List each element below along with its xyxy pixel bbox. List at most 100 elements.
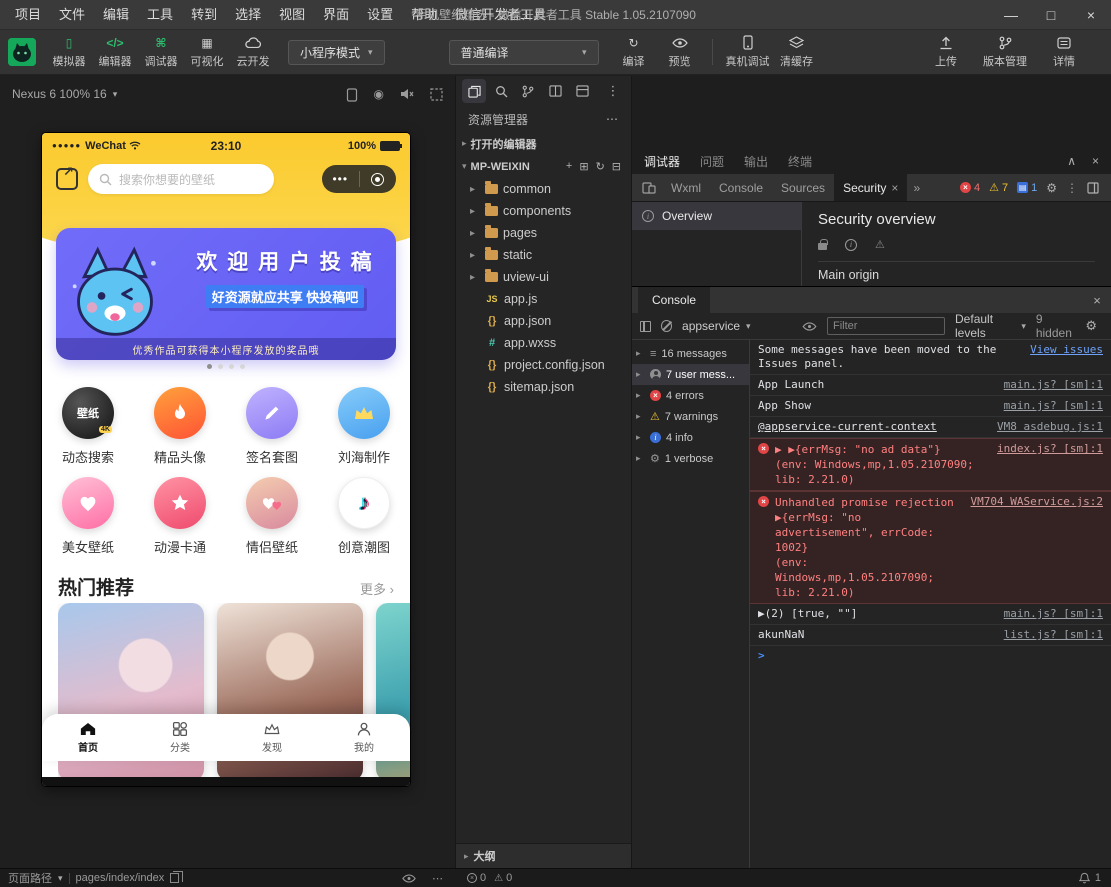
clear-console-icon[interactable] (661, 320, 673, 332)
grid-item-dynamic-search[interactable]: 壁纸 4K 动态搜索 (42, 381, 134, 471)
tab-home[interactable]: 首页 (42, 714, 134, 761)
grid-item-avatars[interactable]: 精品头像 (134, 381, 226, 471)
collapse-panel-icon[interactable] (570, 79, 594, 103)
split-editor-icon[interactable] (543, 79, 567, 103)
menu-project[interactable]: 项目 (6, 0, 50, 29)
tree-item-app-wxss[interactable]: # app.wxss (456, 332, 631, 354)
record-icon[interactable]: ◉ (374, 87, 384, 101)
log-levels-select[interactable]: Default levels ▾ (955, 312, 1026, 340)
tree-item-app-json[interactable]: {} app.json (456, 310, 631, 332)
grid-item-bangs[interactable]: 刘海制作 (318, 381, 410, 471)
source-link[interactable]: list.js? [sm]:1 (1004, 628, 1103, 642)
tab-output[interactable]: 输出 (744, 153, 768, 170)
close-drawer-icon[interactable]: × (1083, 293, 1111, 308)
menu-edit[interactable]: 编辑 (94, 0, 138, 29)
devtools-kebab-icon[interactable]: ⋮ (1066, 181, 1078, 195)
console-message[interactable]: ▶(2) [true, ""] main.js? [sm]:1 (750, 604, 1111, 625)
console-sidebar-toggle-icon[interactable] (640, 320, 652, 332)
wallpaper-search-input[interactable]: 搜索你想要的壁纸 (88, 164, 274, 194)
maximize-button[interactable]: □ (1031, 0, 1071, 29)
tab-profile[interactable]: 我的 (318, 714, 410, 761)
filter-errors[interactable]: ▸ × 4 errors (632, 385, 749, 406)
grid-item-couple[interactable]: 情侣壁纸 (226, 471, 318, 561)
console-message[interactable]: Some messages have been moved to the Iss… (750, 340, 1111, 375)
mode-select[interactable]: 小程序模式 ▾ (288, 39, 385, 65)
dock-side-icon[interactable] (1087, 181, 1099, 194)
menu-view[interactable]: 视图 (270, 0, 314, 29)
git-icon[interactable] (516, 79, 540, 103)
rotate-device-icon[interactable] (346, 87, 358, 102)
more-link[interactable]: 更多 › (360, 579, 394, 598)
files-icon[interactable] (462, 79, 486, 103)
warning-badge[interactable]: ⚠ 7 (989, 181, 1008, 195)
menu-settings[interactable]: 设置 (358, 0, 402, 29)
grid-item-signatures[interactable]: 签名套图 (226, 381, 318, 471)
close-panel-icon[interactable]: × (1092, 154, 1099, 168)
editor-button[interactable]: </> 编辑器 (92, 32, 138, 72)
eye-icon[interactable] (402, 873, 416, 883)
outline-section[interactable]: ▸ 大纲 (456, 843, 631, 868)
tree-item-uview-ui[interactable]: ▸ uview-ui (456, 266, 631, 288)
upload-button[interactable]: 上传 (923, 32, 969, 72)
tab-debugger[interactable]: 调试器 (644, 153, 680, 170)
context-selector[interactable]: appservice ▾ (682, 319, 792, 333)
tab-categories[interactable]: 分类 (134, 714, 226, 761)
tree-item-common[interactable]: ▸ common (456, 178, 631, 200)
eye-icon[interactable] (802, 321, 817, 331)
user-avatar[interactable] (8, 38, 36, 66)
tree-item-sitemap[interactable]: {} sitemap.json (456, 376, 631, 398)
console-message[interactable]: App Show main.js? [sm]:1 (750, 396, 1111, 417)
share-icon[interactable] (56, 164, 78, 190)
project-section[interactable]: ▾ MP-WEIXIN + ⊞ ↻ ⊟ (456, 155, 631, 178)
filter-info[interactable]: ▸ i 4 info (632, 427, 749, 448)
console-settings-icon[interactable]: ⚙ (1085, 318, 1103, 334)
console-message[interactable]: @appservice-current-context VM8 asdebug.… (750, 417, 1111, 438)
console-drawer-tab[interactable]: Console (638, 287, 711, 313)
settings-gear-icon[interactable]: ⚙ (1046, 181, 1057, 195)
simulator-button[interactable]: ▯ 模拟器 (46, 32, 92, 72)
notifications-group[interactable]: 1 (1078, 869, 1101, 887)
details-button[interactable]: 详情 (1041, 32, 1087, 72)
source-link[interactable]: VM8 asdebug.js:1 (997, 420, 1103, 434)
filter-all-messages[interactable]: ▸ ≡ 16 messages (632, 343, 749, 364)
new-file-icon[interactable]: + (566, 160, 572, 173)
security-overview-item[interactable]: i Overview (632, 202, 801, 230)
devtools-tab-sources[interactable]: Sources (772, 174, 834, 201)
close-button[interactable]: × (1071, 0, 1111, 29)
explorer-more-icon[interactable]: ⋯ (606, 112, 619, 126)
grid-item-anime[interactable]: 动漫卡通 (134, 471, 226, 561)
grid-item-beauty[interactable]: 美女壁纸 (42, 471, 134, 561)
tree-item-static[interactable]: ▸ static (456, 244, 631, 266)
remote-debug-button[interactable]: 真机调试 (722, 32, 774, 72)
menu-goto[interactable]: 转到 (182, 0, 226, 29)
more-actions-icon[interactable]: ⋮ (601, 79, 625, 103)
menu-interface[interactable]: 界面 (314, 0, 358, 29)
console-message[interactable]: App Launch main.js? [sm]:1 (750, 375, 1111, 396)
copy-path-icon[interactable] (170, 871, 184, 883)
collapse-panel-icon[interactable]: ∧ (1067, 154, 1076, 168)
screenshot-icon[interactable] (430, 87, 443, 101)
tree-item-components[interactable]: ▸ components (456, 200, 631, 222)
devtools-tab-security[interactable]: Security × (834, 174, 908, 201)
preview-button[interactable]: 预览 (657, 32, 703, 72)
source-link[interactable]: main.js? [sm]:1 (1004, 607, 1103, 621)
source-link[interactable]: index.js? [sm]:1 (997, 442, 1103, 456)
tab-discover[interactable]: 发现 (226, 714, 318, 761)
tree-item-pages[interactable]: ▸ pages (456, 222, 631, 244)
menu-tools[interactable]: 工具 (138, 0, 182, 29)
devtools-tab-wxml[interactable]: Wxml (662, 174, 710, 201)
menu-select[interactable]: 选择 (226, 0, 270, 29)
capsule-close-button[interactable] (360, 172, 397, 186)
version-control-button[interactable]: 版本管理 (979, 32, 1031, 72)
view-issues-link[interactable]: View issues (1030, 343, 1103, 357)
new-folder-icon[interactable]: ⊞ (579, 160, 588, 173)
tree-item-app-js[interactable]: JS app.js (456, 288, 631, 310)
collapse-all-icon[interactable]: ⊟ (612, 160, 621, 173)
source-link[interactable]: VM704 WAService.js:2 (971, 495, 1103, 509)
device-toolbar-icon[interactable] (636, 181, 662, 194)
console-error-message[interactable]: × ▶ ▶{errMsg: "no ad data"} (env: Window… (750, 438, 1111, 491)
debugger-button[interactable]: ⌘ 调试器 (138, 32, 184, 72)
open-editors-section[interactable]: ▸ 打开的编辑器 (456, 132, 631, 155)
close-tab-icon[interactable]: × (891, 181, 898, 195)
page-path-selector[interactable]: 页面路径 (8, 870, 52, 886)
